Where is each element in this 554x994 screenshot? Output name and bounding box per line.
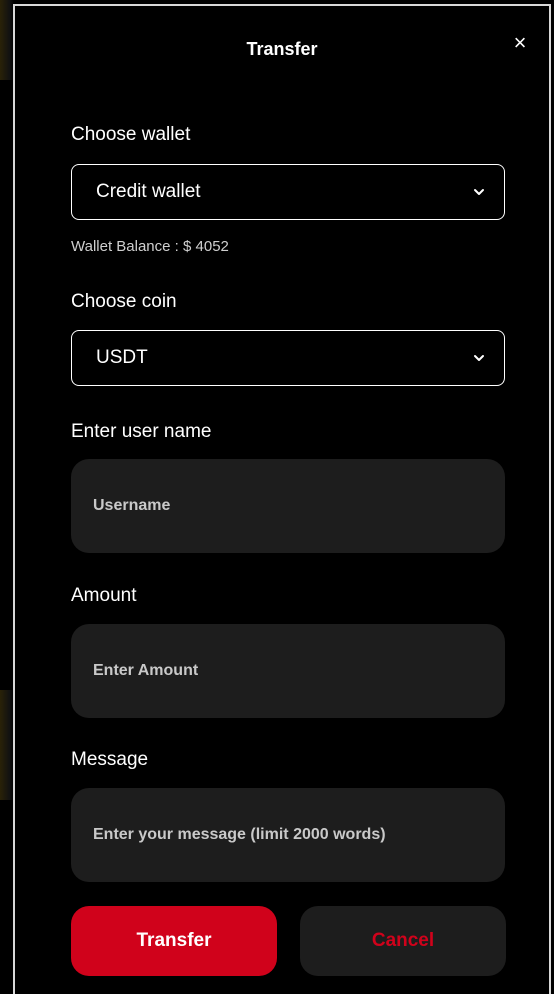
backdrop-edge-middle <box>0 690 14 800</box>
transfer-button[interactable]: Transfer <box>71 906 277 976</box>
amount-input[interactable] <box>71 624 505 718</box>
coin-select[interactable]: USDT <box>71 330 505 386</box>
close-icon: × <box>513 30 527 55</box>
backdrop-edge-top <box>0 0 14 80</box>
username-label: Enter user name <box>71 421 212 442</box>
dialog-title: Transfer <box>246 39 318 59</box>
wallet-select[interactable]: Credit wallet <box>71 164 505 220</box>
chevron-down-icon <box>474 355 484 361</box>
message-label: Message <box>71 749 149 770</box>
message-input[interactable] <box>71 788 505 882</box>
amount-label: Amount <box>71 585 137 606</box>
cancel-button[interactable]: Cancel <box>300 906 506 976</box>
close-button[interactable]: × <box>509 32 531 54</box>
wallet-balance: Wallet Balance : $ 4052 <box>71 238 229 255</box>
coin-select-value: USDT <box>96 347 148 368</box>
coin-label: Choose coin <box>71 291 177 312</box>
transfer-dialog: Transfer × Choose wallet Credit wallet W… <box>13 4 551 994</box>
username-input[interactable] <box>71 459 505 553</box>
wallet-select-value: Credit wallet <box>96 181 201 202</box>
wallet-label: Choose wallet <box>71 124 191 145</box>
chevron-down-icon <box>474 189 484 195</box>
